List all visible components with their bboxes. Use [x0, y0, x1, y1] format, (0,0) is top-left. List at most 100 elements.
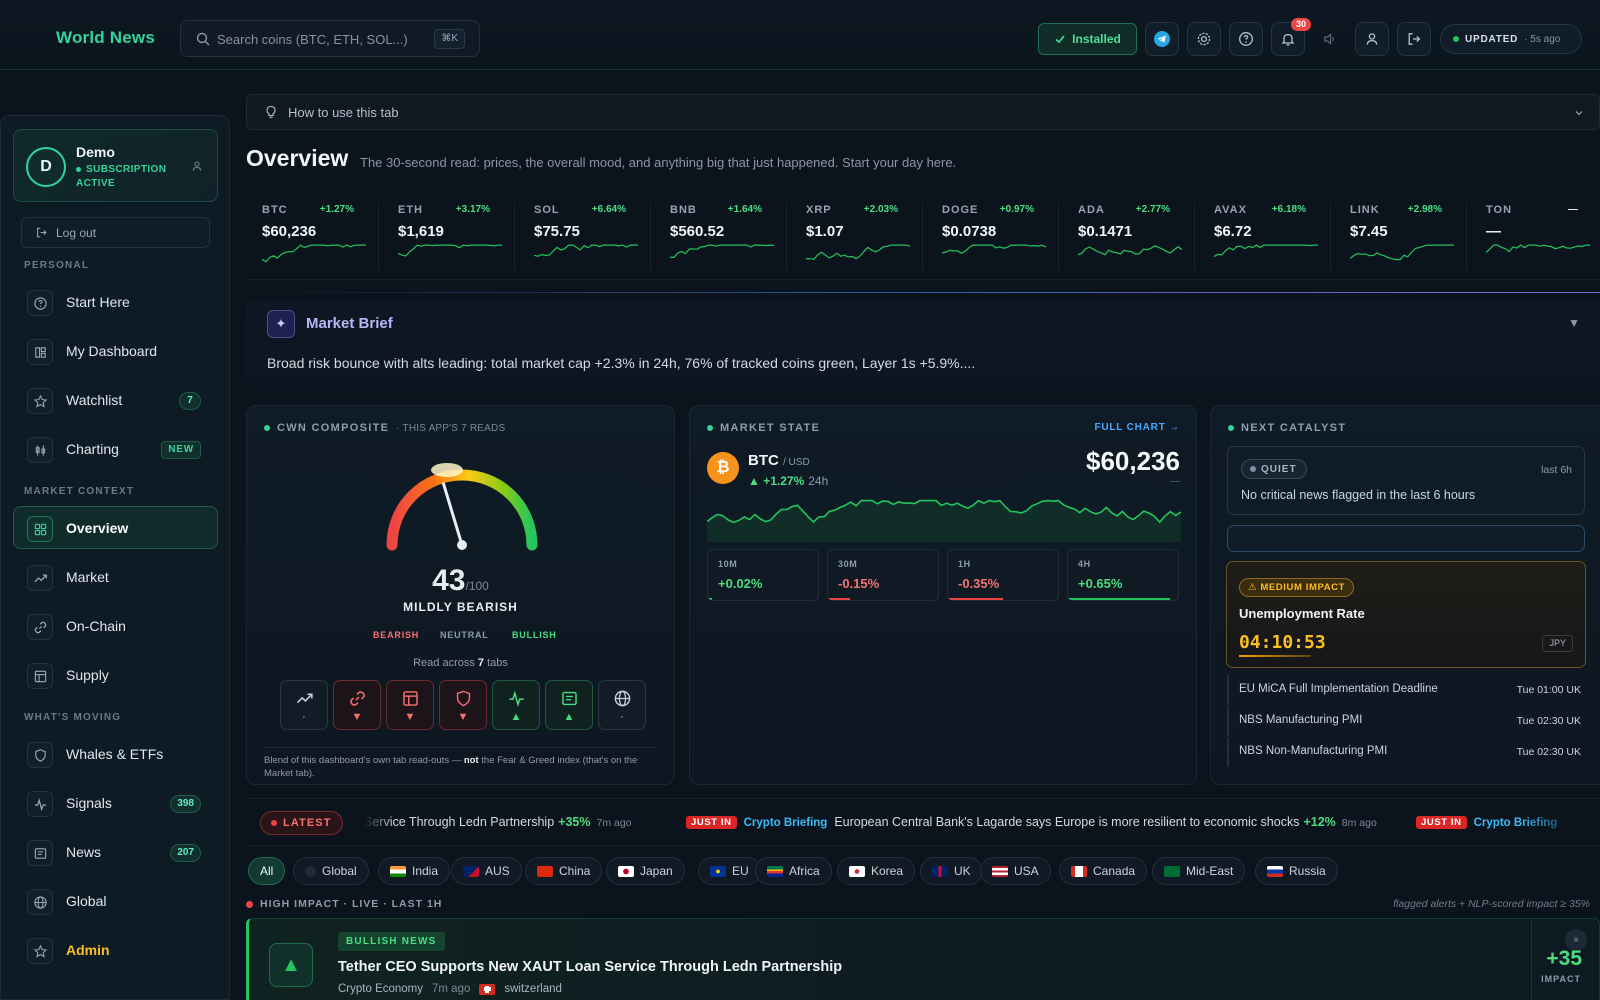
signout-button[interactable]	[1397, 22, 1431, 56]
just-in-badge: JUST IN	[686, 816, 737, 829]
region-chip-china[interactable]: China	[525, 857, 603, 885]
sidebar-item-global[interactable]: Global	[13, 879, 218, 922]
sidebar-item-on-chain[interactable]: On-Chain	[13, 604, 218, 647]
swiss-flag-icon	[479, 983, 496, 995]
notifications-button[interactable]: 30	[1271, 18, 1311, 56]
tab-readout-trend[interactable]: ·	[280, 680, 328, 730]
ticker-eth[interactable]: ETH +3.17% $1,619	[382, 196, 502, 274]
next-catalyst-heading: NEXT CATALYST	[1228, 422, 1346, 434]
market-brief[interactable]: ✦ Market Brief ▼ Broad risk bounce with …	[246, 300, 1600, 392]
ticker-xrp[interactable]: XRP +2.03% $1.07	[790, 196, 910, 274]
sidebar-item-start-here[interactable]: Start Here	[13, 280, 218, 323]
event-row[interactable]: NBS Manufacturing PMI Tue 02:30 UK	[1227, 706, 1585, 736]
pulse-icon	[34, 797, 46, 811]
updated-status: UPDATED · 5s ago	[1440, 24, 1582, 54]
latest-item[interactable]: JUST IN Crypto Briefing European Central B…	[686, 815, 1377, 829]
latest-source: Crypto Briefing	[743, 817, 828, 829]
live-dot	[246, 900, 253, 908]
sidebar-item-label: Supply	[66, 667, 109, 683]
ticker-doge[interactable]: DOGE +0.97% $0.0738	[926, 196, 1046, 274]
event-countdown: 04:10:53	[1239, 632, 1326, 653]
tab-readout-link[interactable]: ▼	[333, 680, 381, 730]
ticker-price: $75.75	[534, 223, 580, 240]
sidebar-item-icon	[27, 791, 53, 817]
tab-readout-news[interactable]: ▲	[545, 680, 593, 730]
read-across-prefix: Read across	[413, 657, 475, 669]
sidebar-item-signals[interactable]: Signals 398	[13, 781, 218, 824]
settings-button[interactable]	[1187, 22, 1221, 56]
region-chip-canada[interactable]: Canada	[1059, 857, 1148, 885]
sidebar-item-news[interactable]: News 207	[13, 830, 218, 873]
region-chip-all[interactable]: All	[248, 857, 286, 885]
ticker-sol[interactable]: SOL +6.64% $75.75	[518, 196, 638, 274]
tab-readout-indicator: ▼	[404, 711, 416, 723]
latest-item[interactable]: Service Through Ledn Partnership +35% 7m a…	[364, 815, 632, 829]
sidebar-item-icon	[27, 663, 53, 689]
read-across-note: Read across 7 tabs	[247, 657, 674, 669]
timeframe-30m[interactable]: 30M -0.15%	[827, 549, 939, 601]
search-box[interactable]: ⌘K	[180, 20, 480, 57]
help-button[interactable]	[1229, 22, 1263, 56]
region-chip-aus[interactable]: AUS	[451, 857, 522, 885]
installed-button[interactable]: Installed	[1038, 23, 1137, 55]
region-chip-russia[interactable]: Russia	[1255, 857, 1338, 885]
score-value: 43	[432, 564, 466, 597]
sidebar-item-charting[interactable]: Charting NEW	[13, 427, 218, 470]
ticker-btc[interactable]: BTC +1.27% $60,236	[246, 196, 366, 274]
timeframe-4h[interactable]: 4H +0.65%	[1067, 549, 1179, 601]
sidebar-item-label: Whales & ETFs	[66, 746, 164, 762]
sparkline-path	[398, 244, 502, 257]
region-chip-mid-east[interactable]: Mid-East	[1152, 857, 1246, 885]
region-chip-eu[interactable]: EU	[698, 857, 761, 885]
sidebar-item-market[interactable]: Market	[13, 555, 218, 598]
sparkline-area	[707, 500, 1181, 542]
news-title[interactable]: Tether CEO Supports New XAUT Loan Servic…	[338, 959, 842, 975]
sound-button[interactable]	[1313, 22, 1347, 56]
sidebar-item-admin[interactable]: Admin	[13, 928, 218, 971]
ticker-separator	[922, 204, 923, 270]
ticker-bnb[interactable]: BNB +1.64% $560.52	[654, 196, 774, 274]
how-to-use-toggle[interactable]: How to use this tab	[246, 94, 1600, 130]
user-card[interactable]: D Demo SUBSCRIPTION ACTIVE	[13, 129, 218, 202]
brand-title[interactable]: World News	[56, 28, 155, 48]
tab-readout-pulse[interactable]: ▲	[492, 680, 540, 730]
chevron-down-icon	[1575, 111, 1583, 116]
full-chart-link[interactable]: FULL CHART →	[1094, 422, 1180, 433]
sidebar-item-whales-etfs[interactable]: Whales & ETFs	[13, 732, 218, 775]
logout-button[interactable]: Log out	[21, 217, 210, 248]
ticker-link[interactable]: LINK +2.98% $7.45	[1334, 196, 1454, 274]
sidebar-item-my-dashboard[interactable]: My Dashboard	[13, 329, 218, 372]
region-chip-global[interactable]: Global	[293, 857, 369, 885]
sidebar-item-supply[interactable]: Supply	[13, 653, 218, 696]
region-chip-usa[interactable]: USA	[980, 857, 1051, 885]
event-row[interactable]: NBS Non-Manufacturing PMI Tue 02:30 UK	[1227, 737, 1585, 767]
ticker-avax[interactable]: AVAX +6.18% $6.72	[1198, 196, 1318, 274]
search-input[interactable]	[217, 29, 437, 49]
timeframe-1h[interactable]: 1H -0.35%	[947, 549, 1059, 601]
region-chip-japan[interactable]: Japan	[606, 857, 685, 885]
tab-readout-layout[interactable]: ▼	[386, 680, 434, 730]
collapse-caret-icon[interactable]: ▼	[1568, 316, 1580, 330]
telegram-icon	[1154, 31, 1170, 47]
latest-item[interactable]: JUST IN Crypto Briefing	[1416, 815, 1586, 829]
news-card[interactable]: ▲ BULLISH NEWS Tether CEO Supports New X…	[246, 918, 1600, 1000]
timeframe-10m[interactable]: 10M +0.02%	[707, 549, 819, 601]
telegram-button[interactable]	[1145, 22, 1179, 56]
sidebar-item-overview[interactable]: Overview	[13, 506, 218, 549]
tab-readout-shield[interactable]: ▼	[439, 680, 487, 730]
region-chip-korea[interactable]: Korea	[837, 857, 916, 885]
region-chip-africa[interactable]: Africa	[755, 857, 832, 885]
tab-readout-globe[interactable]: ·	[598, 680, 646, 730]
profile-button[interactable]	[1355, 22, 1389, 56]
ticker-change: +2.98%	[1407, 204, 1442, 215]
ticker-change: +1.64%	[727, 204, 762, 215]
upcoming-event-card[interactable]: ⚠ MEDIUM IMPACT Unemployment Rate 04:10:…	[1226, 561, 1586, 668]
read-across-suffix: tabs	[487, 657, 508, 669]
event-row[interactable]: EU MiCA Full Implementation Deadline Tue …	[1227, 675, 1585, 705]
ticker-ada[interactable]: ADA +2.77% $0.1471	[1062, 196, 1182, 274]
sidebar-item-watchlist[interactable]: Watchlist 7	[13, 378, 218, 421]
region-chip-uk[interactable]: UK	[920, 857, 983, 885]
ticker-symbol: BNB	[670, 204, 697, 216]
ticker-ton[interactable]: TON — —	[1470, 196, 1590, 274]
region-chip-india[interactable]: India	[378, 857, 451, 885]
